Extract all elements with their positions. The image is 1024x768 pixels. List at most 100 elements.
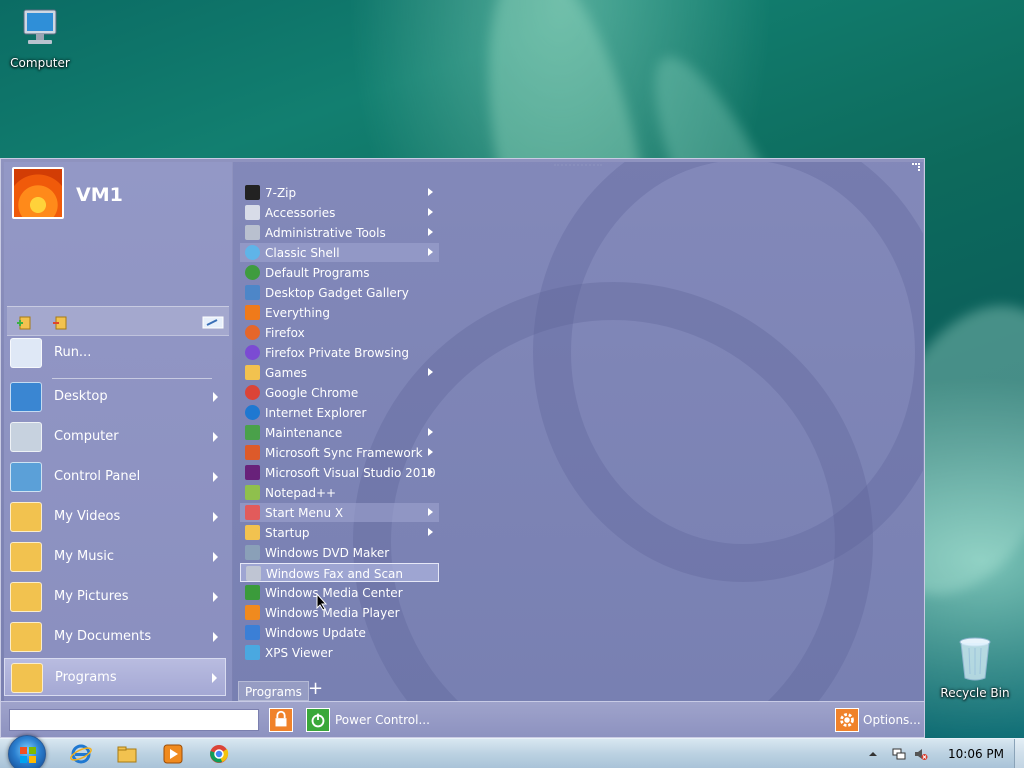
program-item-maintenance[interactable]: Maintenance <box>240 423 439 442</box>
desktop-recycle-bin-icon[interactable]: Recycle Bin <box>935 636 1015 700</box>
start-left-item-label: Desktop <box>54 389 108 404</box>
program-item-label: Default Programs <box>265 266 370 280</box>
program-item-accessories[interactable]: Accessories <box>240 203 439 222</box>
program-item-everything[interactable]: Everything <box>240 303 439 322</box>
program-item-start-menu-x[interactable]: Start Menu X <box>240 503 439 522</box>
classic-shell-icon <box>245 245 260 260</box>
start-left-item-my-pictures[interactable]: My Pictures <box>4 578 226 616</box>
computer-icon <box>10 422 42 452</box>
program-item-xps-viewer[interactable]: XPS Viewer <box>240 643 439 662</box>
program-item-google-chrome[interactable]: Google Chrome <box>240 383 439 402</box>
program-item-windows-fax-and-scan[interactable]: Windows Fax and Scan <box>240 563 439 582</box>
firefox-icon <box>245 325 260 340</box>
program-item-microsoft-visual-studio-2010[interactable]: Microsoft Visual Studio 2010 <box>240 463 439 482</box>
add-tab-button[interactable]: + <box>308 678 323 699</box>
recycle-bin-icon <box>959 637 991 681</box>
start-left-item-my-videos[interactable]: My Videos <box>4 498 226 536</box>
firefox-private-icon <box>245 345 260 360</box>
start-menu-x-icon <box>245 505 260 520</box>
program-item-startup[interactable]: Startup <box>240 523 439 542</box>
program-item-administrative-tools[interactable]: Administrative Tools <box>240 223 439 242</box>
user-name: VM1 <box>76 184 123 206</box>
show-hidden-icons-arrow-icon[interactable] <box>868 747 878 761</box>
program-item-label: Accessories <box>265 206 336 220</box>
start-left-item-my-music[interactable]: My Music <box>4 538 226 576</box>
desktop-icon <box>10 382 42 412</box>
start-left-item-my-documents[interactable]: My Documents <box>4 618 226 656</box>
desktop-computer-icon[interactable]: Computer <box>0 8 80 70</box>
submenu-arrow-icon <box>428 468 433 476</box>
program-item-windows-dvd-maker[interactable]: Windows DVD Maker <box>240 543 439 562</box>
program-item-microsoft-sync-framework[interactable]: Microsoft Sync Framework <box>240 443 439 462</box>
pictures-folder-icon <box>10 582 42 612</box>
chrome-icon <box>245 385 260 400</box>
start-menu-bottom-bar: Power Control... Options... <box>1 701 924 737</box>
program-item-notepad[interactable]: Notepad++ <box>240 483 439 502</box>
lock-button[interactable] <box>269 706 295 734</box>
lock-icon <box>269 708 293 732</box>
submenu-arrow-icon <box>428 428 433 436</box>
search-input[interactable] <box>9 709 259 731</box>
taskbar-clock[interactable]: 10:06 PM <box>948 747 1004 761</box>
program-item-windows-media-center[interactable]: Windows Media Center <box>240 583 439 602</box>
program-item-label: Windows Fax and Scan <box>266 567 404 581</box>
run-box-icon[interactable] <box>202 314 224 330</box>
computer-icon <box>23 9 57 44</box>
program-item-label: Windows Update <box>265 626 366 640</box>
start-menu: VM1 Run... Desktop Computer Control Panel My… <box>0 158 925 738</box>
admin-tools-icon <box>245 225 260 240</box>
program-item-firefox-private-browsing[interactable]: Firefox Private Browsing <box>240 343 439 362</box>
submenu-arrow-icon <box>428 188 433 196</box>
volume-muted-icon[interactable] <box>914 747 928 761</box>
notepadpp-icon <box>245 485 260 500</box>
program-item-internet-explorer[interactable]: Internet Explorer <box>240 403 439 422</box>
power-icon <box>306 708 330 732</box>
windows-logo-icon <box>20 747 36 763</box>
program-item-firefox[interactable]: Firefox <box>240 323 439 342</box>
programs-folder-icon <box>11 663 43 693</box>
file-explorer-icon[interactable] <box>116 743 138 765</box>
programs-pane: 7-Zip Accessories Administrative Tools Clas… <box>233 162 923 702</box>
internet-explorer-icon[interactable] <box>70 743 92 765</box>
program-item-label: Windows Media Player <box>265 606 400 620</box>
program-item-games[interactable]: Games <box>240 363 439 382</box>
program-item-windows-media-player[interactable]: Windows Media Player <box>240 603 439 622</box>
programs-tab[interactable]: Programs <box>238 681 309 701</box>
submenu-arrow-icon <box>428 448 433 456</box>
submenu-arrow-icon <box>213 552 218 562</box>
start-left-item-desktop[interactable]: Desktop <box>4 378 226 416</box>
add-folder-icon[interactable] <box>17 314 33 330</box>
run-icon <box>10 338 42 368</box>
media-player-icon[interactable] <box>162 743 184 765</box>
start-left-item-control-panel[interactable]: Control Panel <box>4 458 226 496</box>
power-control-button[interactable]: Power Control... <box>306 706 436 734</box>
program-item-label: Firefox <box>265 326 305 340</box>
options-button[interactable]: Options... <box>835 706 921 734</box>
program-item-windows-update[interactable]: Windows Update <box>240 623 439 642</box>
program-item-desktop-gadget-gallery[interactable]: Desktop Gadget Gallery <box>240 283 439 302</box>
program-item-label: Administrative Tools <box>265 226 386 240</box>
show-desktop-button[interactable] <box>1014 739 1024 768</box>
program-item-label: Classic Shell <box>265 246 340 260</box>
program-item-label: Microsoft Sync Framework <box>265 446 423 460</box>
program-item-label: Windows DVD Maker <box>265 546 390 560</box>
taskbar: 10:06 PM <box>0 735 1024 768</box>
resize-grip[interactable] <box>912 163 920 171</box>
start-left-item-computer[interactable]: Computer <box>4 418 226 456</box>
dvd-maker-icon <box>245 545 260 560</box>
chrome-icon[interactable] <box>208 743 230 765</box>
submenu-arrow-icon <box>213 592 218 602</box>
start-left-item-label: Control Panel <box>54 469 141 484</box>
program-item-default-programs[interactable]: Default Programs <box>240 263 439 282</box>
start-left-item-run[interactable]: Run... <box>4 334 226 372</box>
program-item-7-zip[interactable]: 7-Zip <box>240 183 439 202</box>
remove-folder-icon[interactable] <box>53 314 69 330</box>
start-left-item-programs[interactable]: Programs <box>4 658 226 696</box>
network-icon[interactable] <box>892 747 906 761</box>
program-item-classic-shell[interactable]: Classic Shell <box>240 243 439 262</box>
program-item-label: 7-Zip <box>265 186 297 200</box>
program-item-label: Windows Media Center <box>265 586 403 600</box>
user-picture[interactable] <box>12 167 64 219</box>
start-button[interactable] <box>8 735 46 768</box>
sync-framework-icon <box>245 445 260 460</box>
